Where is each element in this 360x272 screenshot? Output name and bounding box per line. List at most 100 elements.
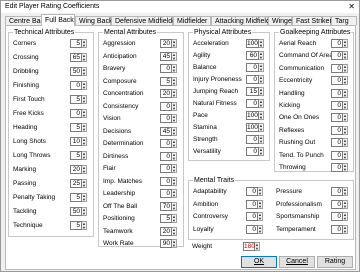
spin-down-icon[interactable]: ▼	[343, 106, 347, 110]
spin-down-icon[interactable]: ▼	[172, 81, 176, 86]
attribute-value-input[interactable]: 0	[160, 164, 172, 173]
value-spinner[interactable]: ▲ ▼	[172, 201, 177, 211]
value-spinner[interactable]: ▲ ▼	[343, 199, 348, 209]
weight-input[interactable]: 180	[243, 242, 255, 251]
value-spinner[interactable]: ▲ ▼	[172, 126, 177, 136]
spin-down-icon[interactable]: ▼	[255, 247, 259, 251]
spin-down-icon[interactable]: ▼	[172, 44, 176, 48]
attribute-value-input[interactable]: 65	[70, 53, 82, 62]
attribute-value-input[interactable]: 25	[70, 179, 82, 188]
value-spinner[interactable]: ▲ ▼	[172, 76, 177, 86]
spin-down-icon[interactable]: ▼	[82, 86, 86, 90]
value-spinner[interactable]: ▲ ▼	[259, 111, 264, 120]
spin-down-icon[interactable]: ▼	[172, 106, 176, 111]
spin-down-icon[interactable]: ▼	[172, 94, 176, 98]
attribute-value-input[interactable]: 100	[246, 111, 259, 120]
value-spinner[interactable]: ▲ ▼	[258, 187, 263, 196]
spin-down-icon[interactable]: ▼	[172, 194, 176, 198]
attribute-value-input[interactable]: 0	[331, 113, 343, 123]
attribute-value-input[interactable]: 0	[160, 151, 172, 161]
value-spinner[interactable]: ▲ ▼	[172, 114, 177, 123]
value-spinner[interactable]: ▲ ▼	[172, 64, 177, 73]
spin-down-icon[interactable]: ▼	[82, 142, 86, 146]
attribute-value-input[interactable]: 0	[331, 63, 343, 73]
attribute-value-input[interactable]: 0	[331, 39, 343, 48]
value-spinner[interactable]: ▲ ▼	[82, 193, 87, 202]
value-spinner[interactable]: ▲ ▼	[343, 125, 348, 135]
spin-down-icon[interactable]: ▼	[259, 80, 263, 84]
attribute-value-input[interactable]: 0	[331, 150, 343, 160]
weight-spinner[interactable]: ▲ ▼	[255, 242, 260, 251]
value-spinner[interactable]: ▲ ▼	[82, 53, 87, 62]
spin-down-icon[interactable]: ▼	[343, 192, 347, 196]
tab-target[interactable]: Targ	[331, 16, 357, 25]
spin-down-icon[interactable]: ▼	[259, 116, 263, 120]
spin-down-icon[interactable]: ▼	[82, 44, 86, 48]
spin-down-icon[interactable]: ▼	[172, 56, 176, 61]
spin-down-icon[interactable]: ▼	[343, 118, 347, 122]
attribute-value-input[interactable]: 0	[331, 199, 343, 209]
attribute-value-input[interactable]: 70	[160, 201, 172, 211]
spin-down-icon[interactable]: ▼	[82, 156, 86, 160]
attribute-value-input[interactable]: 60	[246, 51, 259, 60]
value-spinner[interactable]: ▲ ▼	[259, 87, 264, 96]
value-spinner[interactable]: ▲ ▼	[343, 187, 348, 196]
attribute-value-input[interactable]: 15	[246, 87, 259, 96]
spin-down-icon[interactable]: ▼	[343, 56, 347, 60]
value-spinner[interactable]: ▲ ▼	[82, 137, 87, 146]
spin-down-icon[interactable]: ▼	[172, 181, 176, 186]
value-spinner[interactable]: ▲ ▼	[172, 189, 177, 198]
spin-down-icon[interactable]: ▼	[82, 184, 86, 188]
value-spinner[interactable]: ▲ ▼	[259, 39, 264, 48]
ok-button[interactable]: OK	[241, 256, 277, 268]
value-spinner[interactable]: ▲ ▼	[82, 109, 87, 118]
close-icon[interactable]: ✕	[348, 2, 355, 12]
spin-down-icon[interactable]: ▼	[258, 229, 262, 234]
value-spinner[interactable]: ▲ ▼	[82, 165, 87, 174]
attribute-value-input[interactable]: 45	[160, 51, 172, 61]
value-spinner[interactable]: ▲ ▼	[343, 138, 348, 148]
attribute-value-input[interactable]: 0	[160, 176, 172, 186]
spin-down-icon[interactable]: ▼	[82, 226, 86, 230]
attribute-value-input[interactable]: 0	[246, 63, 259, 72]
attribute-value-input[interactable]: 0	[160, 101, 172, 111]
attribute-value-input[interactable]: 0	[246, 147, 259, 156]
spin-down-icon[interactable]: ▼	[259, 104, 263, 108]
attribute-value-input[interactable]: 0	[70, 109, 82, 118]
attribute-value-input[interactable]: 0	[246, 75, 259, 84]
attribute-value-input[interactable]: 5	[70, 123, 82, 132]
attribute-value-input[interactable]: 0	[331, 88, 343, 98]
attribute-value-input[interactable]: 0	[246, 187, 258, 196]
spin-down-icon[interactable]: ▼	[343, 93, 347, 98]
attribute-value-input[interactable]: 0	[331, 224, 343, 234]
value-spinner[interactable]: ▲ ▼	[343, 163, 348, 172]
spin-down-icon[interactable]: ▼	[82, 128, 86, 132]
spin-down-icon[interactable]: ▼	[172, 69, 176, 73]
value-spinner[interactable]: ▲ ▼	[259, 123, 264, 132]
spin-down-icon[interactable]: ▼	[259, 56, 263, 60]
attribute-value-input[interactable]: 50	[70, 207, 82, 216]
attribute-value-input[interactable]: 0	[246, 224, 258, 234]
spin-down-icon[interactable]: ▼	[259, 128, 263, 132]
value-spinner[interactable]: ▲ ▼	[343, 113, 348, 123]
spin-down-icon[interactable]: ▼	[82, 212, 86, 216]
attribute-value-input[interactable]: 0	[160, 64, 172, 73]
attribute-value-input[interactable]: 20	[70, 165, 82, 174]
value-spinner[interactable]: ▲ ▼	[82, 39, 87, 48]
attribute-value-input[interactable]: 5	[70, 39, 82, 48]
value-spinner[interactable]: ▲ ▼	[258, 212, 263, 221]
spin-down-icon[interactable]: ▼	[259, 68, 263, 72]
attribute-value-input[interactable]: 0	[246, 212, 258, 221]
attribute-value-input[interactable]: 0	[160, 189, 172, 198]
attribute-value-input[interactable]: 5	[70, 95, 82, 104]
spin-down-icon[interactable]: ▼	[343, 204, 347, 209]
value-spinner[interactable]: ▲ ▼	[172, 39, 177, 48]
value-spinner[interactable]: ▲ ▼	[82, 81, 87, 90]
attribute-value-input[interactable]: 50	[70, 67, 82, 76]
value-spinner[interactable]: ▲ ▼	[343, 101, 348, 110]
spin-down-icon[interactable]: ▼	[172, 131, 176, 136]
value-spinner[interactable]: ▲ ▼	[259, 135, 264, 144]
attribute-value-input[interactable]: 0	[331, 76, 343, 86]
attribute-value-input[interactable]: 0	[70, 81, 82, 90]
value-spinner[interactable]: ▲ ▼	[82, 67, 87, 76]
